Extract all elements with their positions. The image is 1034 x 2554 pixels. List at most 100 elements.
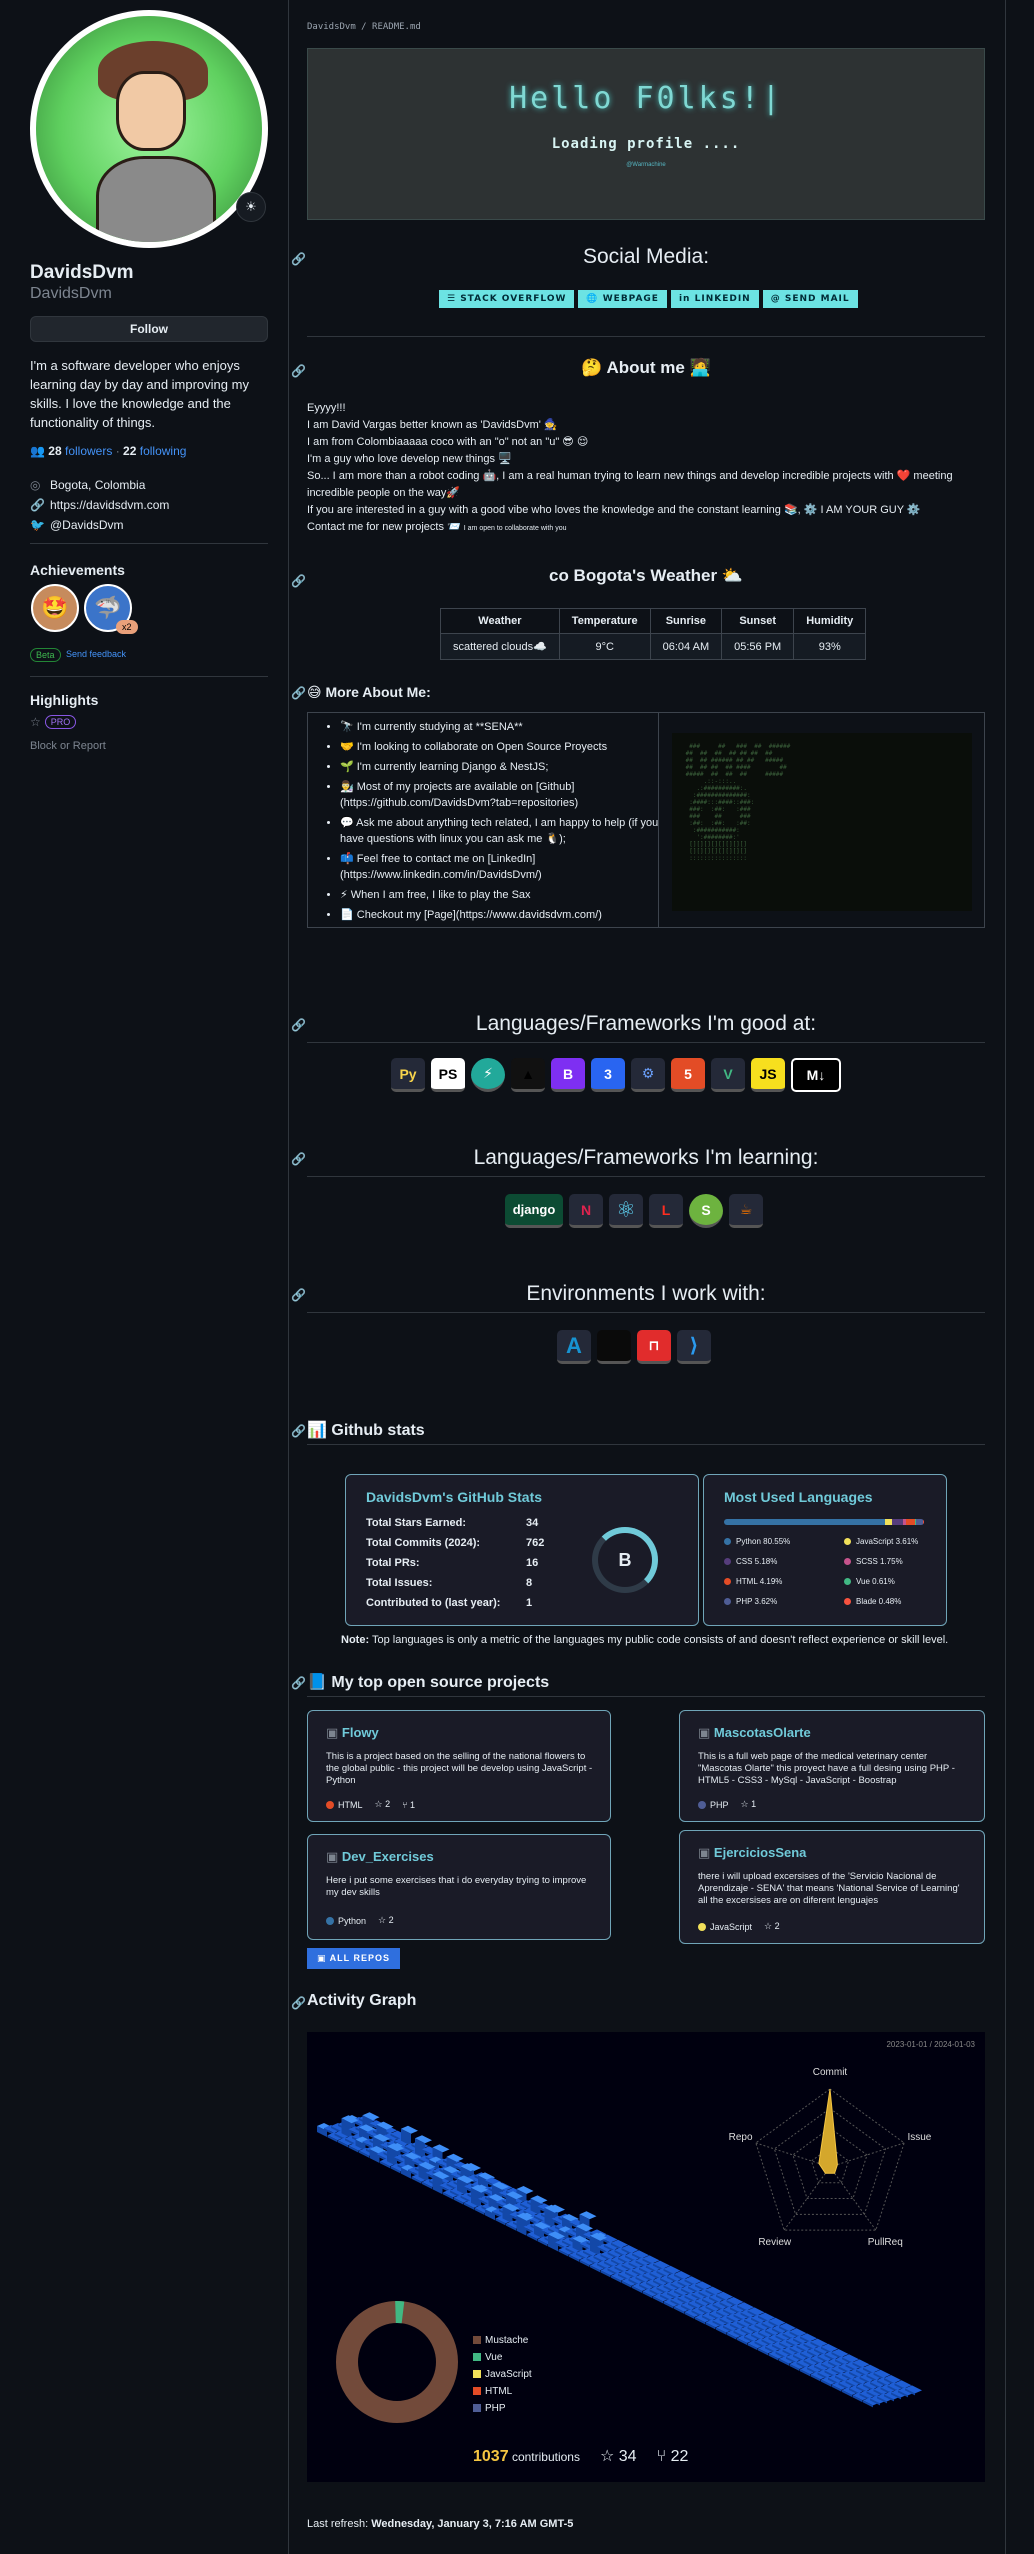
top-langs-card[interactable]: Most Used Languages Python 80.55% JavaScr… [703, 1474, 947, 1626]
lang-dot [698, 1801, 706, 1810]
anchor-link-icon[interactable]: 🔗 [291, 364, 306, 378]
about-line: Eyyyy!!! [307, 402, 346, 414]
star-icon: ☆ 2 [764, 1921, 780, 1931]
linkedin-button[interactable]: in LINKEDIN [670, 290, 759, 308]
java-icon[interactable]: ☕ [729, 1194, 763, 1228]
repo-card-ejerciciossena[interactable]: ▣ EjerciciosSena there i will upload exc… [679, 1830, 985, 1944]
radar-shape [818, 2088, 838, 2174]
achievement-starstruck-icon[interactable]: 🤩 [31, 584, 79, 632]
weather-col-header: Sunset [721, 608, 795, 634]
spring-icon[interactable]: S [689, 1194, 723, 1228]
anchor-link-icon[interactable]: 🔗 [291, 574, 306, 588]
lang-bar-segment [915, 1519, 924, 1525]
list-item: 🤝 I'm looking to collaborate on Open Sou… [340, 739, 662, 755]
send-mail-button[interactable]: @ SEND MAIL [762, 290, 858, 308]
kubernetes-icon[interactable]: ⚙ [631, 1058, 665, 1092]
arch-linux-icon[interactable]: A [557, 1330, 591, 1364]
star-icon: ☆ [30, 715, 41, 729]
divider [307, 1696, 985, 1697]
html5-icon[interactable]: 5 [671, 1058, 705, 1092]
terminal-icon[interactable]: ⊓ [637, 1330, 671, 1364]
postman-icon[interactable]: PS [431, 1058, 465, 1092]
status-emoji-icon[interactable]: ☀ [236, 192, 266, 222]
location-row: ◎ Bogota, Colombia [30, 478, 146, 492]
markdown-icon[interactable]: M↓ [791, 1058, 841, 1092]
activity-svg [317, 2088, 922, 2423]
legend-item: PHP [473, 2400, 532, 2417]
lang-legend-item: JavaScript 3.61% [844, 1537, 918, 1546]
bootstrap-icon[interactable]: B [551, 1058, 585, 1092]
anchor-link-icon[interactable]: 🔗 [291, 1152, 306, 1166]
repo-icon: ▣ [317, 1953, 330, 1963]
repo-name[interactable]: ▣ Flowy [326, 1725, 379, 1741]
stackoverflow-button[interactable]: ☰ STACK OVERFLOW [439, 290, 575, 308]
repo-name[interactable]: ▣ MascotasOlarte [698, 1725, 811, 1741]
vercel-icon[interactable]: ▲ [511, 1058, 545, 1092]
followers-following: 👥 28 followers · 22 following [30, 444, 187, 458]
legend-item: HTML [473, 2383, 532, 2400]
lang-bar-segment [724, 1519, 886, 1525]
laravel-icon[interactable]: L [649, 1194, 683, 1228]
anchor-link-icon[interactable]: 🔗 [291, 1424, 306, 1438]
apple-icon[interactable] [597, 1330, 631, 1364]
radar-axis [829, 2166, 877, 2231]
react-icon[interactable]: ⚛ [609, 1194, 643, 1228]
followers-link[interactable]: 28 followers [48, 444, 112, 458]
avatar[interactable] [30, 10, 268, 248]
repo-name[interactable]: ▣ Dev_Exercises [326, 1849, 434, 1865]
all-repos-button[interactable]: ▣ ALL REPOS [307, 1948, 401, 1969]
block-report-link[interactable]: Block or Report [30, 740, 106, 752]
radar-chart [755, 2088, 905, 2231]
highlights-heading: Highlights [30, 692, 99, 708]
fastapi-icon[interactable]: ⚡ [471, 1058, 505, 1092]
pro-row: ☆ PRO [30, 715, 77, 729]
anchor-link-icon[interactable]: 🔗 [291, 1676, 306, 1690]
anchor-link-icon[interactable]: 🔗 [291, 1996, 306, 2010]
website-row[interactable]: 🔗 https://davidsdvm.com [30, 498, 169, 512]
star-icon: ☆ 1 [740, 1799, 757, 1809]
pro-badge: PRO [44, 715, 77, 729]
repo-icon: ▣ [698, 1725, 714, 1740]
credit-text: @Warmachine [626, 162, 666, 168]
about-line: I am David Vargas better known as 'David… [307, 419, 558, 431]
css3-icon[interactable]: 3 [591, 1058, 625, 1092]
fork-icon: ⑂ 1 [402, 1799, 416, 1810]
github-stats-card[interactable]: DavidsDvm's GitHub Stats Total Stars Ear… [345, 1474, 699, 1626]
webpage-button[interactable]: 🌐 WEBPAGE [578, 290, 667, 308]
django-icon[interactable]: django [505, 1194, 563, 1228]
repo-icon: ▣ [326, 1849, 342, 1864]
lang-legend-item: HTML 4.19% [724, 1577, 782, 1586]
repo-card-dev-exercises[interactable]: ▣ Dev_Exercises Here i put some exercise… [307, 1834, 611, 1940]
anchor-link-icon[interactable]: 🔗 [291, 1288, 306, 1302]
nestjs-icon[interactable]: N [569, 1194, 603, 1228]
repo-card-flowy[interactable]: ▣ Flowy This is a project based on the s… [307, 1710, 611, 1822]
repo-name[interactable]: ▣ EjerciciosSena [698, 1845, 806, 1861]
javascript-icon[interactable]: JS [751, 1058, 785, 1092]
list-item[interactable]: 📫 Feel free to contact me on [LinkedIn](… [340, 851, 662, 883]
vscode-icon[interactable]: ⟩ [677, 1330, 711, 1364]
follow-button[interactable]: Follow [30, 316, 268, 342]
anchor-link-icon[interactable]: 🔗 [291, 1018, 306, 1032]
lang-bar-segment [906, 1519, 915, 1525]
about-line: Contact me for new projects 📨 I am open … [307, 521, 567, 533]
python-icon[interactable]: Py [391, 1058, 425, 1092]
twitter-row[interactable]: 🐦 @DavidsDvm [30, 518, 124, 532]
avatar-body [96, 156, 216, 242]
list-item[interactable]: 📄 Checkout my [Page](https://www.davidsd… [340, 907, 662, 923]
anchor-link-icon[interactable]: 🔗 [291, 686, 306, 700]
lang-bar-segment [885, 1519, 893, 1525]
repo-card-mascotasolarte[interactable]: ▣ MascotasOlarte This is a full web page… [679, 1710, 985, 1822]
divider [307, 1176, 985, 1177]
lang-dot [698, 1923, 706, 1932]
following-link[interactable]: 22 following [123, 444, 186, 458]
donut-slice [336, 2301, 458, 2423]
about-text: Eyyyy!!! I am David Vargas better known … [307, 400, 987, 537]
social-buttons: ☰ STACK OVERFLOW 🌐 WEBPAGE in LINKEDIN @… [439, 290, 858, 308]
profile-name: DavidsDvm [30, 262, 134, 283]
send-feedback-link[interactable]: Send feedback [66, 649, 126, 659]
divider [307, 1042, 985, 1043]
anchor-link-icon[interactable]: 🔗 [291, 252, 306, 266]
list-item[interactable]: 👨‍🔬 Most of my projects are available on… [340, 779, 662, 811]
vue-icon[interactable]: V [711, 1058, 745, 1092]
about-line: I'm a guy who love develop new things 🖥️ [307, 453, 512, 465]
